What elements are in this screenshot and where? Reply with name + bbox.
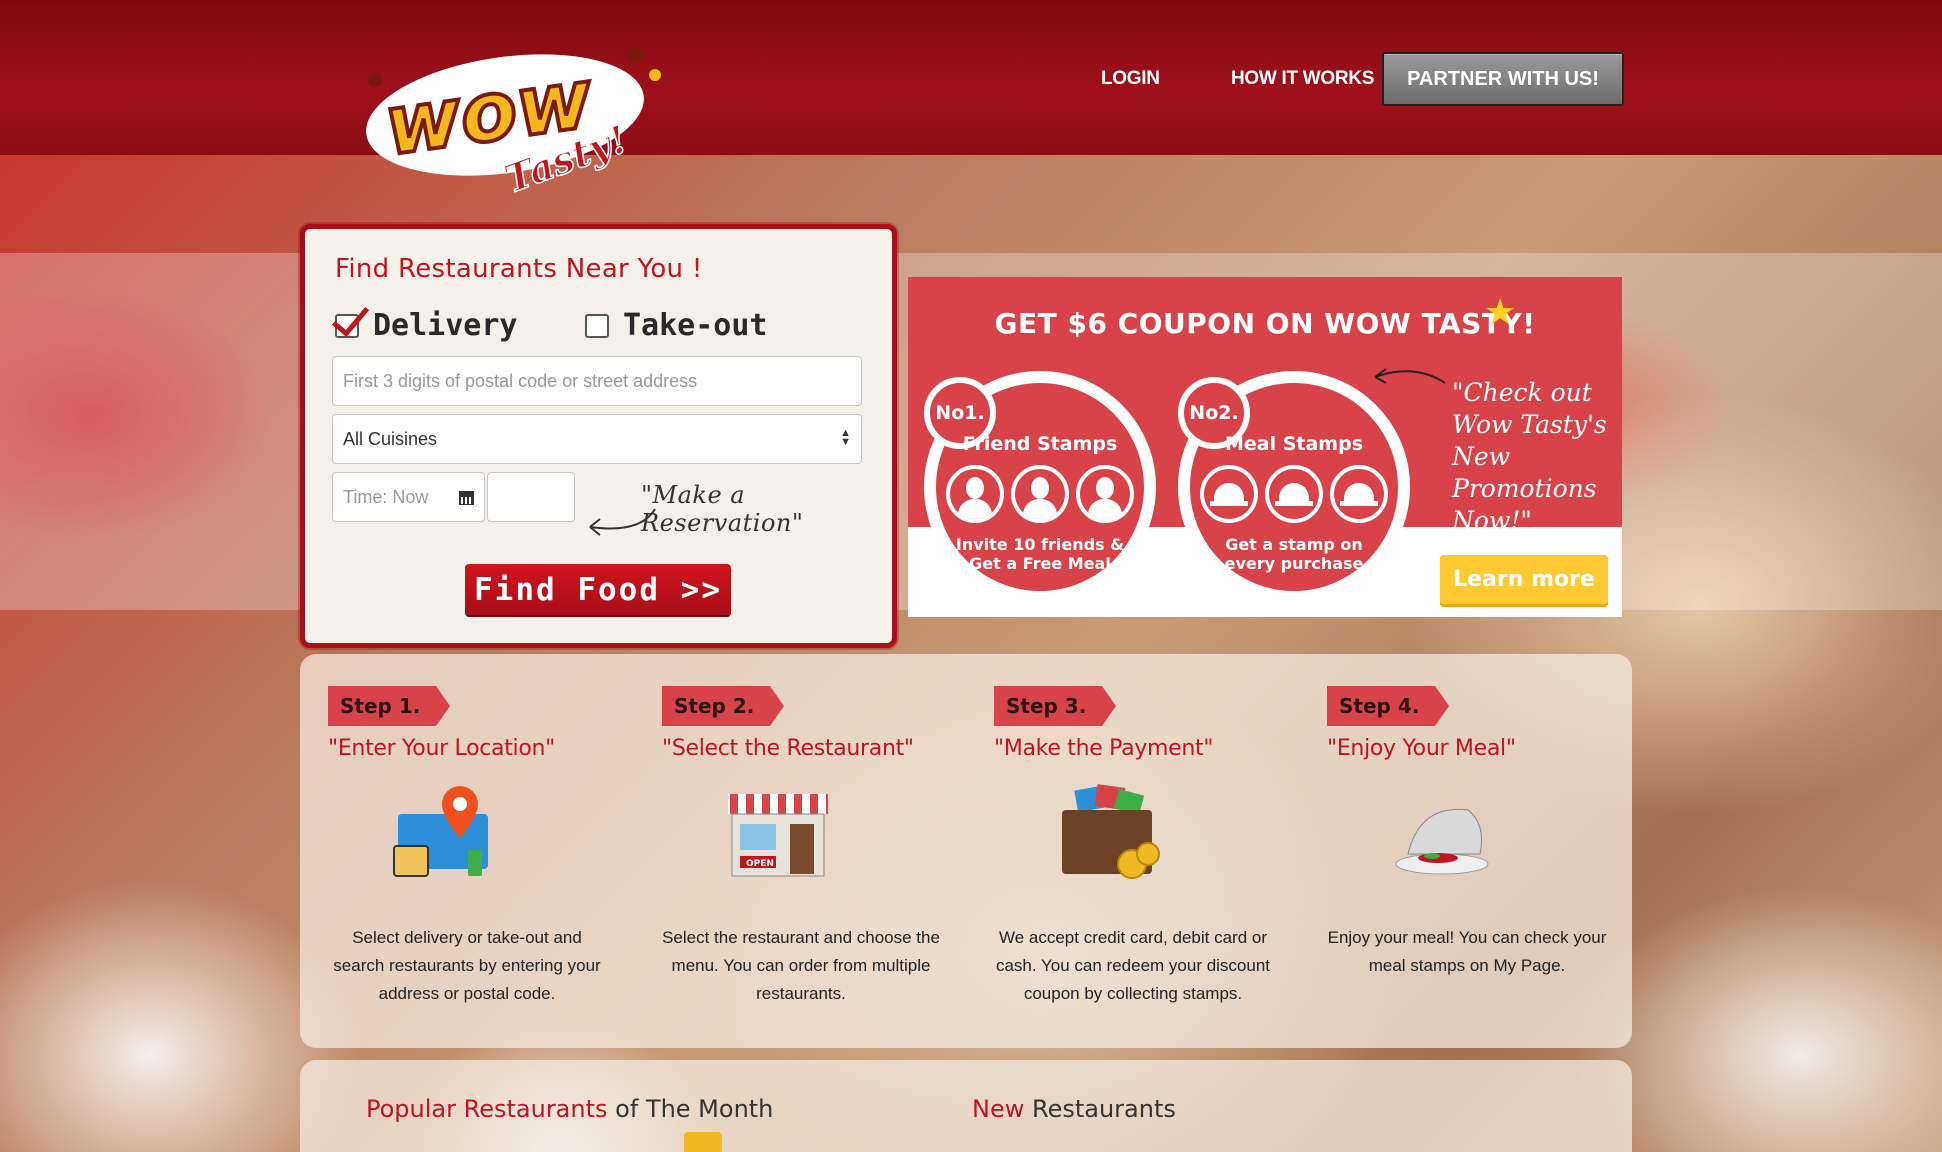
trophy-icon	[684, 1132, 722, 1152]
cloche-icon	[1265, 465, 1323, 523]
delivery-checkbox[interactable]	[335, 313, 359, 338]
card-description: Get a stamp on every purchase	[1224, 535, 1364, 573]
takeout-option[interactable]: Take-out	[585, 308, 768, 343]
meal-stamps-card[interactable]: No2. Meal Stamps Get a stamp on every pur…	[1178, 371, 1410, 603]
star-icon: ★	[1484, 291, 1517, 332]
learn-more-button[interactable]: Learn more	[1440, 555, 1608, 604]
takeout-checkbox[interactable]	[585, 313, 609, 338]
select-arrows-icon: ▲ ▼	[840, 427, 851, 448]
step-title: "Enter Your Location"	[328, 736, 555, 761]
step-1: Step 1. "Enter Your Location"	[328, 686, 638, 761]
address-input[interactable]: First 3 digits of postal code or street …	[332, 356, 862, 406]
search-title: Find Restaurants Near You !	[335, 254, 703, 284]
cloche-icon	[1200, 465, 1258, 523]
step-tag: Step 1.	[328, 686, 451, 726]
card-title: Meal Stamps	[1224, 433, 1364, 455]
time-placeholder: Time: Now	[343, 486, 429, 507]
login-link[interactable]: LOGIN	[1101, 68, 1160, 90]
person-icon	[946, 465, 1004, 523]
partner-button[interactable]: PARTNER WITH US!	[1382, 52, 1624, 106]
coupon-promo-banner: GET $6 COUPON ON WOW TASTY! ★ No1. Frien…	[908, 277, 1622, 617]
delivery-label: Delivery	[373, 308, 518, 343]
step-description: Select delivery or take-out and search r…	[333, 928, 601, 1003]
takeout-label: Take-out	[623, 308, 768, 343]
friend-stamps-card[interactable]: No1. Friend Stamps Invite 10 friends & Ge…	[924, 371, 1156, 603]
how-it-works-steps: Step 1. "Enter Your Location" Select del…	[300, 654, 1632, 1048]
cuisine-select-value: All Cuisines	[343, 428, 438, 449]
promo-quote: "Check out Wow Tasty's New Promotions No…	[1452, 378, 1607, 535]
step-title: "Make the Payment"	[994, 736, 1214, 761]
site-header: wow Tasty! LOGIN HOW IT WORKS PARTNER WI…	[0, 0, 1942, 202]
step-description: Enjoy your meal! You can check your meal…	[1327, 928, 1607, 975]
cuisine-select[interactable]: All Cuisines ▲ ▼	[332, 414, 862, 464]
step-description: Select the restaurant and choose the men…	[662, 928, 940, 1003]
delivery-option[interactable]: Delivery	[335, 308, 518, 343]
person-icon	[1011, 465, 1069, 523]
popular-restaurants-heading: Popular Restaurants of The Month	[366, 1095, 774, 1123]
card-description: Invite 10 friends & Get a Free Meal	[955, 535, 1125, 573]
location-icon	[393, 786, 488, 877]
storefront-icon: OPEN	[728, 794, 828, 877]
wow-tasty-logo[interactable]: wow Tasty!	[355, 20, 685, 210]
wallet-icon	[1062, 784, 1160, 879]
new-restaurants-heading: New Restaurants	[972, 1095, 1176, 1123]
meal-plate-icon	[1395, 808, 1489, 875]
restaurant-search-panel: Find Restaurants Near You ! Delivery Tak…	[300, 224, 897, 648]
time-input[interactable]: Time: Now	[332, 472, 485, 522]
find-food-button[interactable]: Find Food >>	[465, 564, 731, 615]
step-title: "Select the Restaurant"	[662, 736, 914, 761]
step-tag: Step 2.	[662, 686, 785, 726]
cloche-icon	[1330, 465, 1388, 523]
reservation-note: "Make a Reservation"	[641, 481, 804, 537]
arrow-left-icon	[1374, 368, 1446, 384]
svg-text:OPEN: OPEN	[746, 859, 774, 869]
restaurants-section: Popular Restaurants of The Month New Res…	[300, 1060, 1632, 1152]
step-4: Step 4. "Enjoy Your Meal"	[1327, 686, 1637, 761]
step-description: We accept credit card, debit card or cas…	[995, 928, 1271, 1003]
card-title: Friend Stamps	[962, 433, 1118, 455]
step-2: Step 2. "Select the Restaurant"	[662, 686, 972, 761]
step-3: Step 3. "Make the Payment"	[994, 686, 1304, 761]
person-icon	[1076, 465, 1134, 523]
step-tag: Step 4.	[1327, 686, 1450, 726]
step-tag: Step 3.	[994, 686, 1117, 726]
step-title: "Enjoy Your Meal"	[1327, 736, 1516, 761]
reservation-input[interactable]	[487, 472, 575, 522]
calendar-icon[interactable]	[459, 491, 474, 505]
how-it-works-link[interactable]: HOW IT WORKS	[1231, 68, 1374, 90]
